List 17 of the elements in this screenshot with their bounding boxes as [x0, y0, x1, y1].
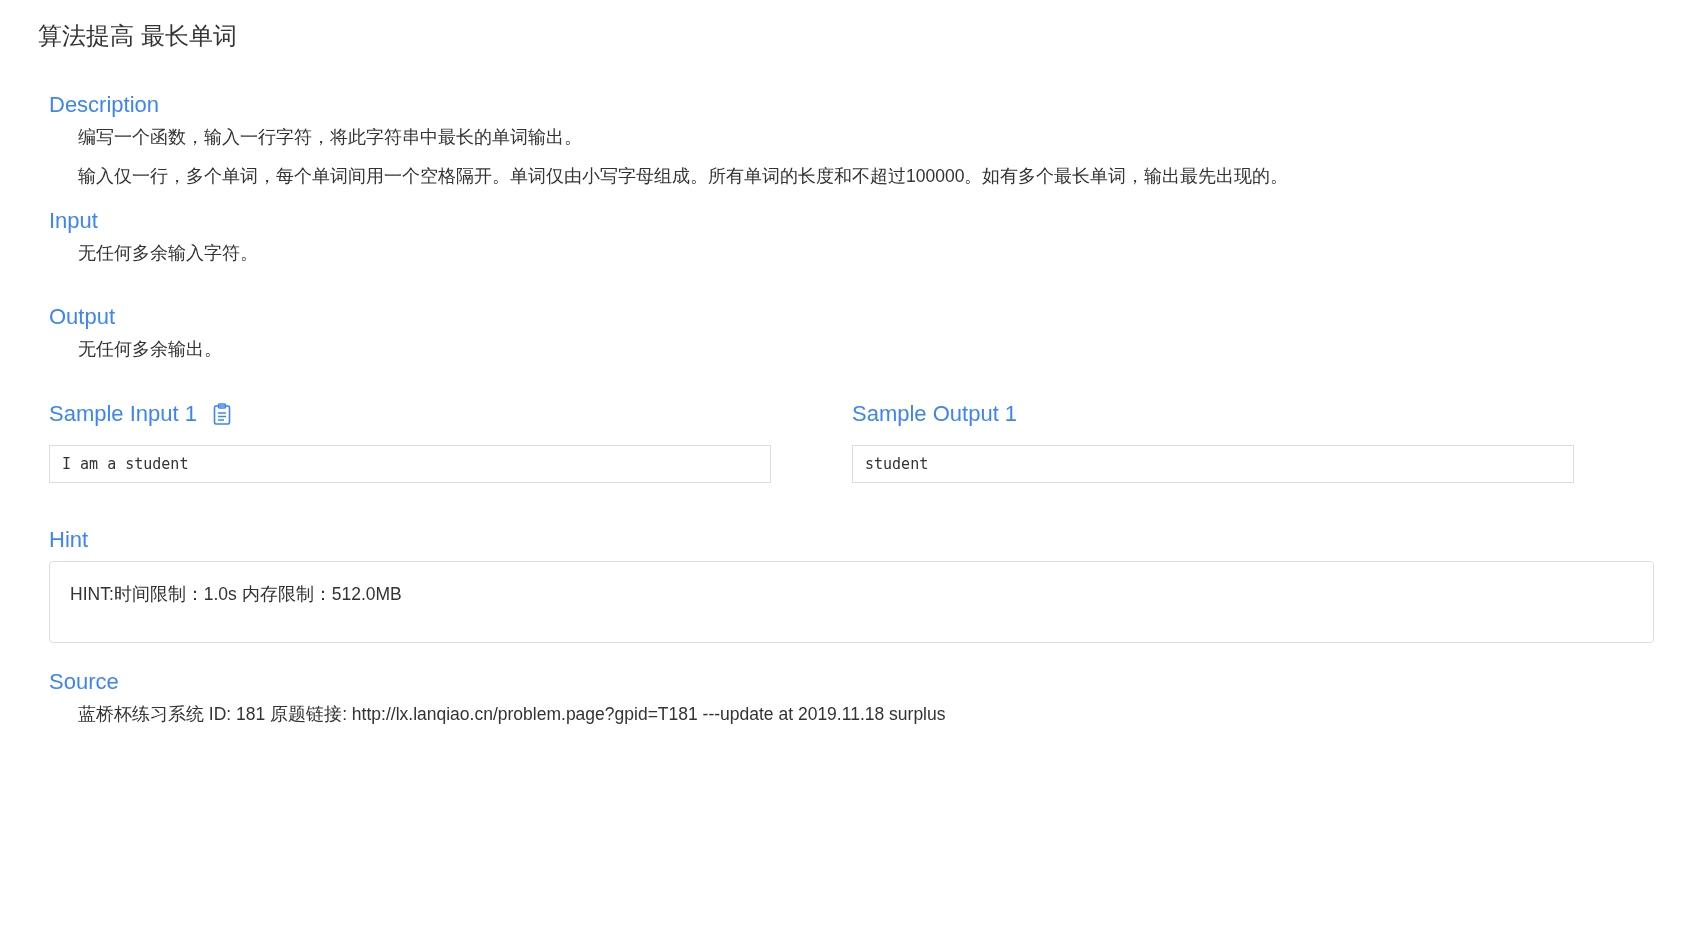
sample-output-heading: Sample Output 1 — [852, 401, 1018, 427]
sample-output-code: student — [852, 445, 1574, 483]
section-heading: Hint — [49, 527, 89, 553]
sample-input-heading: Sample Input 1 — [49, 401, 197, 427]
section-text: 蓝桥杯练习系统 ID: 181 原题链接: http://lx.lanqiao.cn/problem.page?gpid=T181 ---update at 2019.11.18 surplus — [78, 703, 947, 726]
clipboard-icon[interactable] — [213, 403, 231, 425]
page-title: 算法提高 最长单词 — [38, 21, 238, 51]
section-text: 编写一个函数，输入一行字符，将此字符串中最长的单词输出。 — [78, 126, 583, 149]
section-text: 无任何多余输出。 — [78, 338, 223, 361]
section-heading: Source — [49, 669, 119, 695]
section-heading: Description — [49, 92, 160, 118]
hint-text: HINT:时间限制：1.0s 内存限制：512.0MB — [70, 583, 403, 606]
section-text: 无任何多余输入字符。 — [78, 241, 259, 265]
section-heading: Input — [49, 207, 98, 234]
sample-input-code: I am a student — [49, 445, 771, 483]
section-heading: Output — [49, 304, 116, 331]
section-text: 输入仅一行，多个单词，每个单词间用一个空格隔开。单词仅由小写字母组成。所有单词的长度和不超过100000。如有多个最长单词，输出最先出现的。 — [78, 164, 1290, 188]
